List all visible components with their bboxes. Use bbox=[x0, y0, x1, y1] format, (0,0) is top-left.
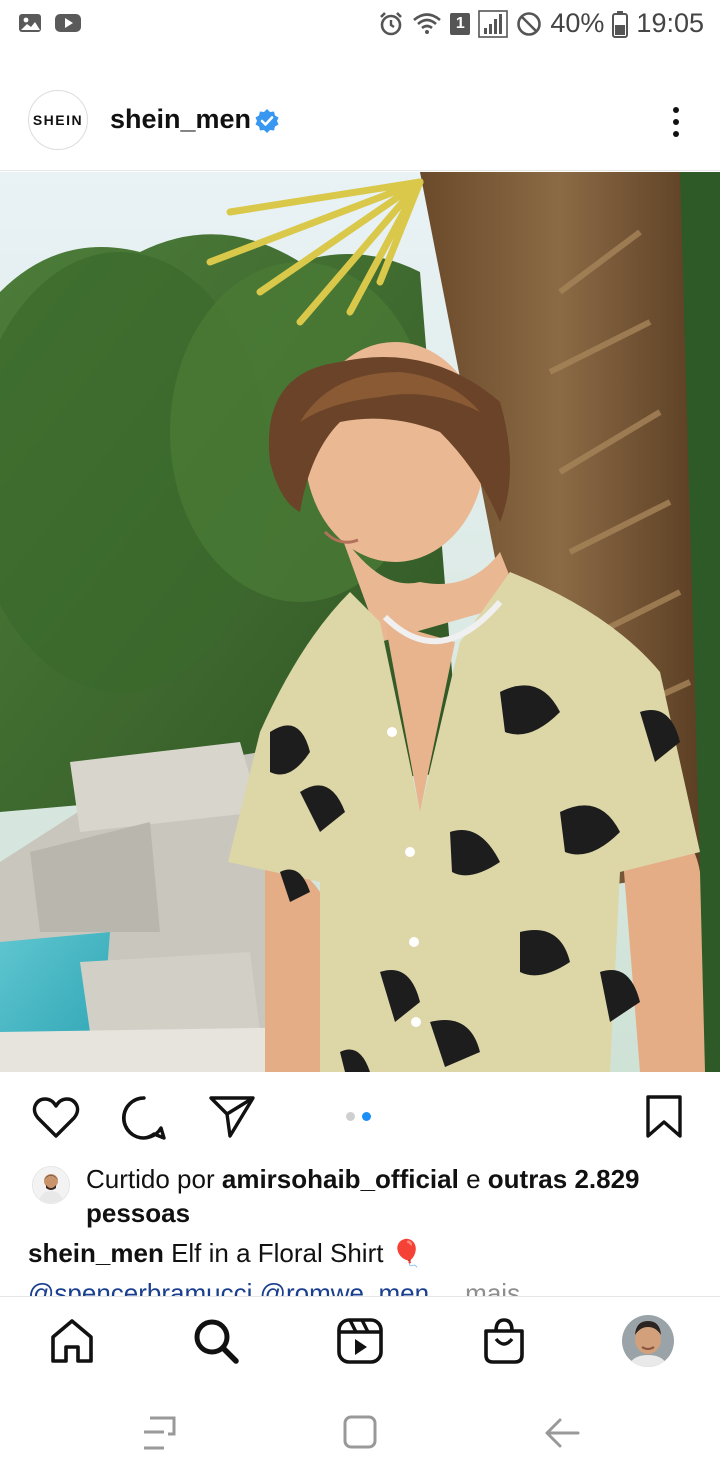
do-not-disturb-icon bbox=[517, 11, 542, 36]
home-button-icon[interactable] bbox=[340, 1412, 380, 1452]
share-send-icon[interactable] bbox=[208, 1094, 256, 1140]
clock: 19:05 bbox=[636, 8, 704, 38]
liker-avatar bbox=[32, 1166, 70, 1204]
save-bookmark-icon[interactable] bbox=[644, 1094, 684, 1140]
nav-shop[interactable] bbox=[478, 1315, 530, 1367]
likes-connector: e bbox=[466, 1164, 481, 1194]
recents-icon[interactable] bbox=[140, 1414, 178, 1452]
nav-search[interactable] bbox=[190, 1315, 242, 1367]
wifi-icon bbox=[413, 12, 442, 34]
system-navigation-bar bbox=[0, 1386, 720, 1480]
nav-reels[interactable] bbox=[334, 1315, 386, 1367]
like-heart-icon[interactable] bbox=[32, 1096, 80, 1140]
caption-second-line: @spencerbramucci @romwe_men ... mais bbox=[28, 1276, 708, 1296]
alarm-icon bbox=[380, 11, 403, 35]
sim-badge: 1 bbox=[450, 12, 471, 35]
liker-username[interactable]: amirsohaib_official bbox=[222, 1164, 459, 1194]
post-actions bbox=[0, 1072, 720, 1162]
post-header: SHEIN shein_men bbox=[0, 70, 720, 171]
home-icon bbox=[51, 1319, 93, 1363]
caption-username[interactable]: shein_men bbox=[28, 1238, 164, 1268]
comment-icon[interactable] bbox=[120, 1094, 168, 1142]
caption-more-link[interactable]: ... mais bbox=[436, 1278, 520, 1296]
carousel-indicator bbox=[346, 1112, 371, 1121]
more-options-icon[interactable] bbox=[664, 102, 688, 142]
likes-summary[interactable]: Curtido por amirsohaib_official e outras… bbox=[30, 1162, 690, 1242]
search-icon bbox=[194, 1319, 239, 1364]
status-bar: 1 40% 19:05 bbox=[0, 0, 720, 50]
nav-profile[interactable] bbox=[622, 1315, 674, 1367]
avatar-logo-text: SHEIN bbox=[32, 112, 84, 128]
youtube-icon bbox=[55, 14, 81, 32]
post-caption: shein_men Elf in a Floral Shirt 🎈 bbox=[28, 1236, 708, 1270]
verified-badge-icon bbox=[255, 109, 279, 133]
gallery-icon bbox=[19, 14, 41, 32]
bottom-navigation bbox=[0, 1296, 720, 1387]
likes-text: Curtido por amirsohaib_official e outras… bbox=[86, 1162, 686, 1230]
carousel-dot-active bbox=[362, 1112, 371, 1121]
post-photo[interactable] bbox=[0, 172, 720, 1072]
nav-home[interactable] bbox=[46, 1315, 98, 1367]
account-avatar[interactable]: SHEIN bbox=[28, 90, 88, 150]
reels-icon bbox=[337, 1318, 383, 1364]
battery-percent: 40% bbox=[550, 8, 605, 38]
carousel-dot bbox=[346, 1112, 355, 1121]
caption-mentions[interactable]: @spencerbramucci @romwe_men bbox=[28, 1278, 429, 1296]
caption-emoji: 🎈 bbox=[390, 1238, 424, 1268]
account-username[interactable]: shein_men bbox=[110, 104, 251, 135]
shop-icon bbox=[484, 1318, 524, 1364]
signal-icon bbox=[478, 9, 509, 38]
back-icon[interactable] bbox=[542, 1414, 582, 1452]
photo-illustration bbox=[0, 172, 720, 1072]
likes-prefix: Curtido por bbox=[86, 1164, 215, 1194]
profile-avatar bbox=[622, 1315, 674, 1367]
caption-text: Elf in a Floral Shirt bbox=[171, 1238, 384, 1268]
battery-icon bbox=[612, 10, 629, 38]
